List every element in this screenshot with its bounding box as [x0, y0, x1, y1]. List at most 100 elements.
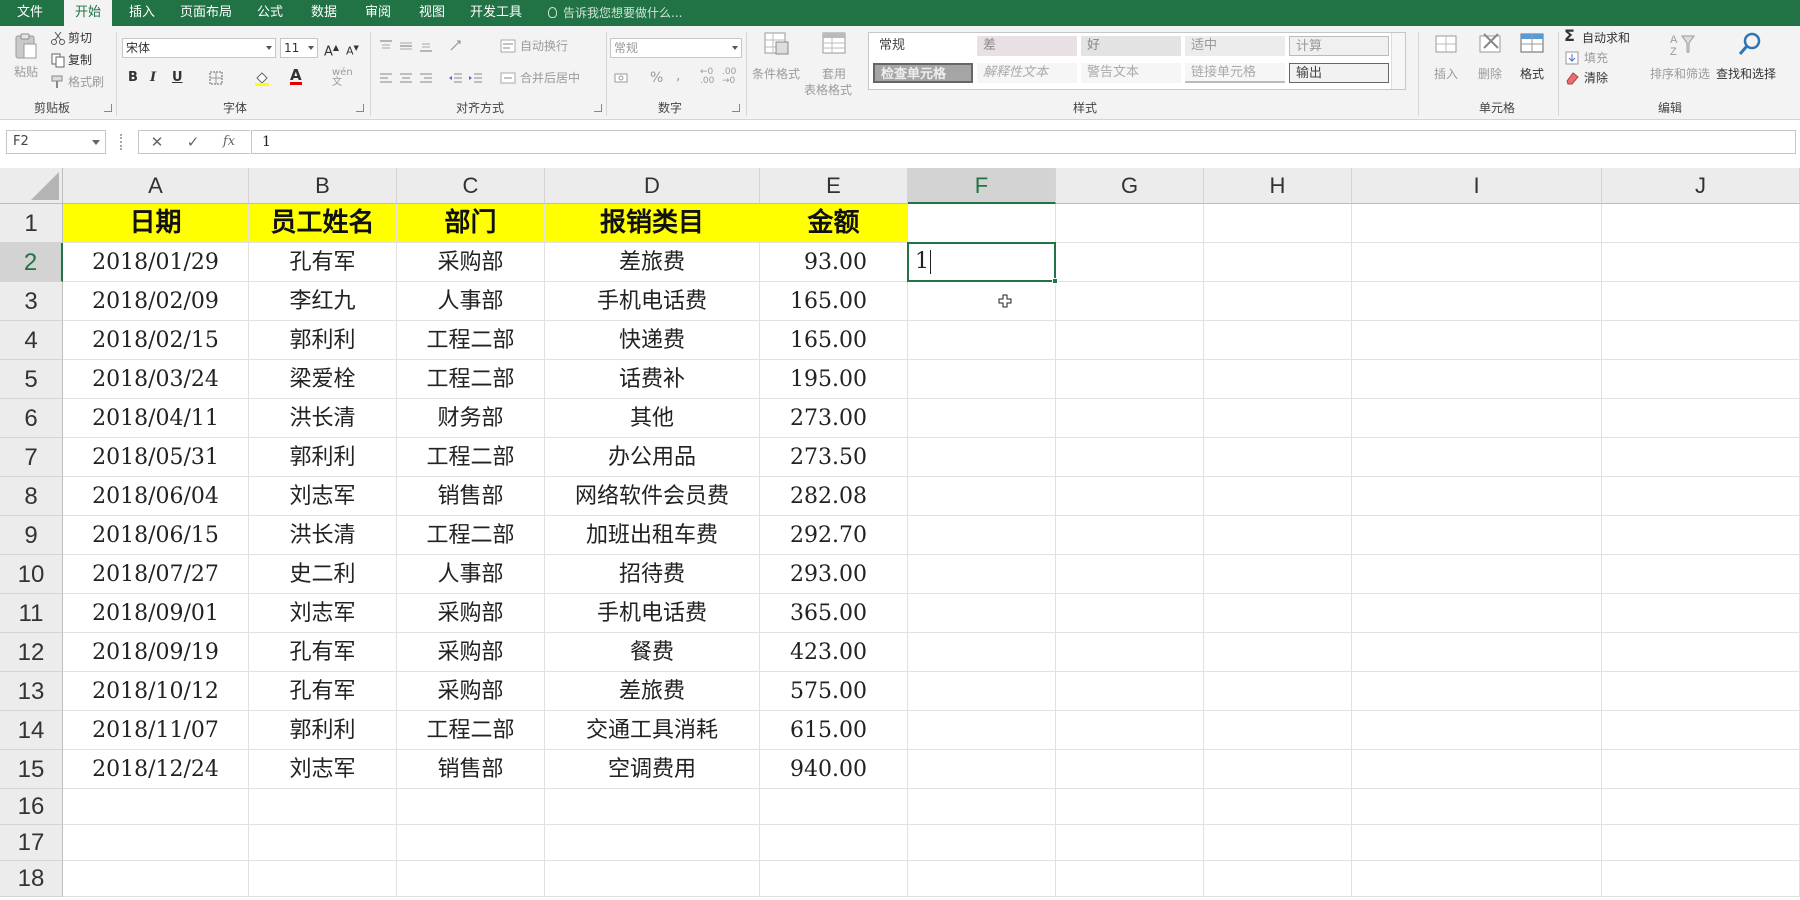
formula-input[interactable]: 1 [251, 130, 1796, 154]
style-normal[interactable]: 常规 [873, 36, 973, 56]
category-cell[interactable]: 其他 [545, 399, 760, 438]
cell-i7[interactable] [1352, 438, 1602, 477]
row-header-10[interactable]: 10 [0, 555, 63, 594]
cell-i10[interactable] [1352, 555, 1602, 594]
cell-h1[interactable] [1204, 204, 1352, 243]
cell-g3[interactable] [1056, 282, 1204, 321]
row-header-18[interactable]: 18 [0, 861, 63, 897]
amount-cell[interactable]: 165.00 [760, 321, 908, 360]
employee-cell[interactable]: 孔有军 [249, 672, 397, 711]
employee-cell[interactable]: 李红九 [249, 282, 397, 321]
decrease-decimal-button[interactable]: .00 →0 [722, 68, 736, 86]
amount-cell[interactable]: 292.70 [760, 516, 908, 555]
cell-g15[interactable] [1056, 750, 1204, 789]
employee-cell[interactable]: 史二利 [249, 555, 397, 594]
cell-i18[interactable] [1352, 861, 1602, 897]
category-cell[interactable]: 差旅费 [545, 672, 760, 711]
cell-g18[interactable] [1056, 861, 1204, 897]
category-cell[interactable]: 网络软件会员费 [545, 477, 760, 516]
header-cell-amount[interactable]: 金额 [760, 204, 908, 243]
cell-d17[interactable] [545, 825, 760, 861]
delete-cells-icon[interactable] [1476, 30, 1504, 58]
category-cell[interactable]: 快递费 [545, 321, 760, 360]
cell-g10[interactable] [1056, 555, 1204, 594]
cell-h7[interactable] [1204, 438, 1352, 477]
amount-cell[interactable]: 365.00 [760, 594, 908, 633]
increase-decimal-button[interactable]: ←0.00 [700, 68, 714, 86]
style-neutral[interactable]: 适中 [1185, 36, 1285, 56]
cell-g7[interactable] [1056, 438, 1204, 477]
cell-h18[interactable] [1204, 861, 1352, 897]
date-cell[interactable]: 2018/12/24 [63, 750, 249, 789]
column-header-i[interactable]: I [1352, 168, 1602, 204]
cell-a17[interactable] [63, 825, 249, 861]
amount-cell[interactable]: 615.00 [760, 711, 908, 750]
row-header-17[interactable]: 17 [0, 825, 63, 861]
format-as-table-icon[interactable] [820, 30, 848, 58]
cell-g16[interactable] [1056, 789, 1204, 825]
cell-f5[interactable] [908, 360, 1056, 399]
merge-center-button[interactable]: 合并后居中 [520, 70, 580, 86]
row-header-9[interactable]: 9 [0, 516, 63, 555]
cell-h6[interactable] [1204, 399, 1352, 438]
cell-c18[interactable] [397, 861, 545, 897]
row-header-8[interactable]: 8 [0, 477, 63, 516]
column-header-j[interactable]: J [1602, 168, 1800, 204]
format-button[interactable]: 格式 [1520, 66, 1544, 82]
category-cell[interactable]: 话费补 [545, 360, 760, 399]
number-format-select[interactable]: 常规 [610, 38, 742, 58]
cell-h8[interactable] [1204, 477, 1352, 516]
cell-i15[interactable] [1352, 750, 1602, 789]
sort-filter-icon[interactable]: AZ [1668, 30, 1696, 58]
clear-button[interactable]: 清除 [1584, 70, 1608, 86]
style-check-cell[interactable]: 检查单元格 [873, 63, 973, 83]
style-bad[interactable]: 差 [977, 36, 1077, 56]
grow-font-button[interactable]: A▲ [324, 40, 339, 60]
cell-h10[interactable] [1204, 555, 1352, 594]
cell-h17[interactable] [1204, 825, 1352, 861]
department-cell[interactable]: 财务部 [397, 399, 545, 438]
column-header-b[interactable]: B [249, 168, 397, 204]
row-header-6[interactable]: 6 [0, 399, 63, 438]
department-cell[interactable]: 工程二部 [397, 438, 545, 477]
column-header-a[interactable]: A [63, 168, 249, 204]
cell-f7[interactable] [908, 438, 1056, 477]
tab-review[interactable]: 审阅 [356, 0, 400, 26]
cell-h12[interactable] [1204, 633, 1352, 672]
cell-f11[interactable] [908, 594, 1056, 633]
row-header-1[interactable]: 1 [0, 204, 63, 243]
department-cell[interactable]: 工程二部 [397, 711, 545, 750]
cell-h5[interactable] [1204, 360, 1352, 399]
row-header-14[interactable]: 14 [0, 711, 63, 750]
department-cell[interactable]: 采购部 [397, 594, 545, 633]
cell-b18[interactable] [249, 861, 397, 897]
row-header-11[interactable]: 11 [0, 594, 63, 633]
cell-f9[interactable] [908, 516, 1056, 555]
category-cell[interactable]: 手机电话费 [545, 594, 760, 633]
cell-i2[interactable] [1352, 243, 1602, 282]
cell-i16[interactable] [1352, 789, 1602, 825]
employee-cell[interactable]: 郭利利 [249, 321, 397, 360]
amount-cell[interactable]: 93.00 [760, 243, 908, 282]
date-cell[interactable]: 2018/02/09 [63, 282, 249, 321]
conditional-format-button[interactable]: 条件格式 [752, 66, 800, 82]
format-as-table-label-1[interactable]: 套用 [822, 66, 846, 82]
tab-home[interactable]: 开始 [64, 0, 112, 27]
column-header-f[interactable]: F [908, 168, 1056, 204]
employee-cell[interactable]: 刘志军 [249, 750, 397, 789]
column-header-c[interactable]: C [397, 168, 545, 204]
cell-f10[interactable] [908, 555, 1056, 594]
borders-icon[interactable] [208, 70, 224, 86]
wrap-text-button[interactable]: 自动换行 [520, 38, 568, 54]
row-header-7[interactable]: 7 [0, 438, 63, 477]
cell-h2[interactable] [1204, 243, 1352, 282]
cell-h11[interactable] [1204, 594, 1352, 633]
cell-d18[interactable] [545, 861, 760, 897]
align-middle-icon[interactable] [398, 38, 414, 54]
row-header-16[interactable]: 16 [0, 789, 63, 825]
align-bottom-icon[interactable] [418, 38, 434, 54]
employee-cell[interactable]: 孔有军 [249, 243, 397, 282]
amount-cell[interactable]: 575.00 [760, 672, 908, 711]
amount-cell[interactable]: 940.00 [760, 750, 908, 789]
cell-j10[interactable] [1602, 555, 1800, 594]
